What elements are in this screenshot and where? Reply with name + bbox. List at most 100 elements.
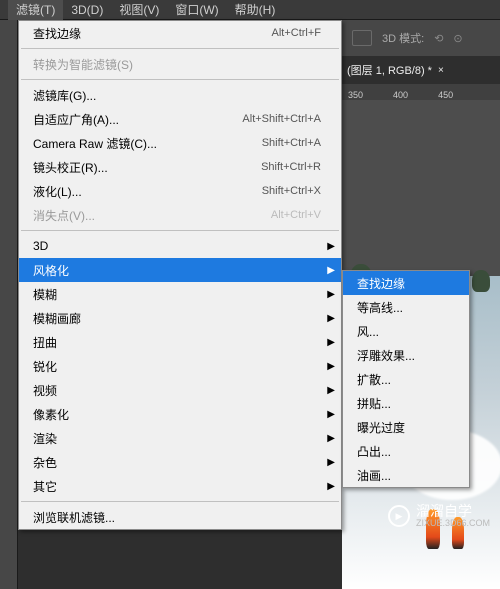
menu-item-label: Camera Raw 滤镜(C)... <box>33 135 157 152</box>
submenu-item-label: 扩散... <box>357 371 391 388</box>
submenu-item-label: 查找边缘 <box>357 275 405 292</box>
options-bar: 3D 模式: ⟲ ⊙ <box>342 20 500 56</box>
menu-separator <box>21 501 339 502</box>
submenu-item[interactable]: 扩散... <box>343 367 469 391</box>
submenu-item[interactable]: 浮雕效果... <box>343 343 469 367</box>
submenu-item[interactable]: 风... <box>343 319 469 343</box>
chevron-right-icon: ▶ <box>327 433 335 444</box>
submenu-item[interactable]: 等高线... <box>343 295 469 319</box>
submenu-item-label: 凸出... <box>357 443 391 460</box>
submenu-item-label: 曝光过度 <box>357 419 405 436</box>
menu-item[interactable]: Camera Raw 滤镜(C)...Shift+Ctrl+A <box>19 131 341 155</box>
close-icon[interactable]: × <box>438 65 444 76</box>
menu-item-label: 视频 <box>33 382 57 399</box>
toolbar-swatch-icon[interactable] <box>352 30 372 46</box>
document-tab[interactable]: (图层 1, RGB/8) * × <box>342 56 500 84</box>
menu-item-label: 滤镜库(G)... <box>33 87 96 104</box>
submenu-item-label: 浮雕效果... <box>357 347 415 364</box>
menu-item[interactable]: 渲染 ▶ <box>19 426 341 450</box>
stylize-submenu: 查找边缘等高线... 风... 浮雕效果... 扩散... 拼贴... 曝光过度凸出...… <box>342 270 470 488</box>
menubar-item-3d[interactable]: 3D(D) <box>63 1 111 19</box>
menubar: 滤镜(T) 3D(D) 视图(V) 窗口(W) 帮助(H) <box>0 0 500 20</box>
menu-item[interactable]: 视频 ▶ <box>19 378 341 402</box>
menu-item[interactable]: 杂色 ▶ <box>19 450 341 474</box>
3d-mode-label: 3D 模式: <box>382 30 424 46</box>
menu-item-label: 消失点(V)... <box>33 207 95 224</box>
menu-separator <box>21 48 339 49</box>
menu-item-label: 镜头校正(R)... <box>33 159 108 176</box>
chevron-right-icon: ▶ <box>327 457 335 468</box>
watermark-title: 溜溜自学 <box>416 504 490 519</box>
menubar-item-filter[interactable]: 滤镜(T) <box>8 0 63 20</box>
menu-item[interactable]: 扭曲 ▶ <box>19 330 341 354</box>
chevron-right-icon: ▶ <box>327 313 335 324</box>
menu-item-label: 扭曲 <box>33 334 57 351</box>
menu-item[interactable]: 风格化 ▶ <box>19 258 341 282</box>
ruler-mark: 450 <box>438 90 453 100</box>
menu-shortcut: Shift+Ctrl+R <box>261 161 321 173</box>
submenu-item[interactable]: 查找边缘 <box>343 271 469 295</box>
menu-item[interactable]: 镜头校正(R)... Shift+Ctrl+R <box>19 155 341 179</box>
chevron-right-icon: ▶ <box>327 409 335 420</box>
chevron-right-icon: ▶ <box>327 265 335 276</box>
menu-item[interactable]: 液化(L)...Shift+Ctrl+X <box>19 179 341 203</box>
menu-item-label: 锐化 <box>33 358 57 375</box>
chevron-right-icon: ▶ <box>327 385 335 396</box>
chevron-right-icon: ▶ <box>327 361 335 372</box>
menu-item[interactable]: 查找边缘 Alt+Ctrl+F <box>19 21 341 45</box>
menu-item[interactable]: 滤镜库(G)... <box>19 83 341 107</box>
chevron-right-icon: ▶ <box>327 337 335 348</box>
menu-item-label: 杂色 <box>33 454 57 471</box>
menu-item-label: 风格化 <box>33 262 69 279</box>
menu-item-label: 转换为智能滤镜(S) <box>33 56 133 73</box>
menu-shortcut: Shift+Ctrl+X <box>262 185 321 197</box>
canvas-content <box>472 270 490 292</box>
watermark: ▶ 溜溜自学 ZIXUE.3D66.COM <box>388 504 490 529</box>
submenu-item[interactable]: 油画... <box>343 463 469 487</box>
menu-item-label: 渲染 <box>33 430 57 447</box>
menu-item[interactable]: 浏览联机滤镜... <box>19 505 341 529</box>
filter-menu: 查找边缘 Alt+Ctrl+F 转换为智能滤镜(S) 滤镜库(G)... 自适应广角(A… <box>18 20 342 530</box>
menu-item-label: 查找边缘 <box>33 25 81 42</box>
menu-shortcut: Alt+Ctrl+F <box>271 27 321 39</box>
menu-shortcut: Alt+Shift+Ctrl+A <box>242 113 321 125</box>
ruler-mark: 350 <box>348 90 363 100</box>
menu-item-label: 3D <box>33 239 48 253</box>
play-icon: ▶ <box>388 505 410 527</box>
menu-item-label: 模糊 <box>33 286 57 303</box>
menu-separator <box>21 230 339 231</box>
submenu-item-label: 油画... <box>357 467 391 484</box>
menu-separator <box>21 79 339 80</box>
menu-item[interactable]: 模糊 ▶ <box>19 282 341 306</box>
menubar-item-view[interactable]: 视图(V) <box>111 0 167 20</box>
menu-item-label: 像素化 <box>33 406 69 423</box>
submenu-item[interactable]: 曝光过度 <box>343 415 469 439</box>
left-toolbar <box>0 20 18 589</box>
menu-item[interactable]: 3D ▶ <box>19 234 341 258</box>
chevron-right-icon: ▶ <box>327 241 335 252</box>
menubar-item-window[interactable]: 窗口(W) <box>167 0 226 20</box>
3d-mode-icon-2[interactable]: ⊙ <box>453 32 462 45</box>
menu-item-label: 自适应广角(A)... <box>33 111 119 128</box>
submenu-item[interactable]: 拼贴... <box>343 391 469 415</box>
ruler-mark: 400 <box>393 90 408 100</box>
menu-item[interactable]: 像素化 ▶ <box>19 402 341 426</box>
menubar-item-help[interactable]: 帮助(H) <box>227 0 284 20</box>
menu-item-label: 其它 <box>33 478 57 495</box>
ruler-horizontal: 350 400 450 <box>342 84 500 100</box>
3d-mode-icon[interactable]: ⟲ <box>434 32 443 45</box>
menu-item-label: 模糊画廊 <box>33 310 81 327</box>
submenu-item-label: 等高线... <box>357 299 403 316</box>
menu-item[interactable]: 模糊画廊 ▶ <box>19 306 341 330</box>
submenu-item-label: 风... <box>357 323 379 340</box>
watermark-sub: ZIXUE.3D66.COM <box>416 519 490 529</box>
menu-item[interactable]: 自适应广角(A)... Alt+Shift+Ctrl+A <box>19 107 341 131</box>
menu-item: 消失点(V)... Alt+Ctrl+V <box>19 203 341 227</box>
menu-item[interactable]: 其它▶ <box>19 474 341 498</box>
chevron-right-icon: ▶ <box>327 289 335 300</box>
submenu-item-label: 拼贴... <box>357 395 391 412</box>
menu-item-label: 浏览联机滤镜... <box>33 509 115 526</box>
menu-item[interactable]: 锐化 ▶ <box>19 354 341 378</box>
submenu-item[interactable]: 凸出... <box>343 439 469 463</box>
menu-shortcut: Alt+Ctrl+V <box>271 209 321 221</box>
